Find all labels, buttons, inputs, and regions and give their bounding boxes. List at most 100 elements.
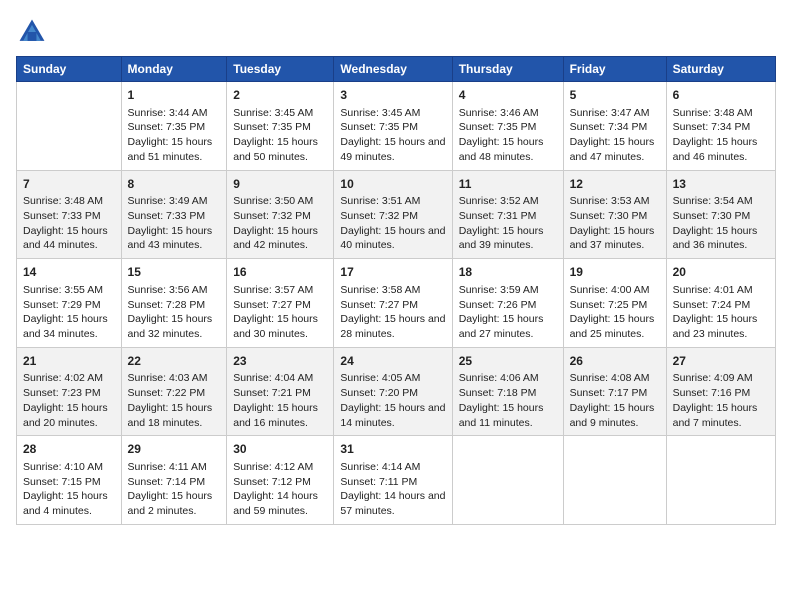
day-info: Sunrise: 4:14 AMSunset: 7:11 PMDaylight:… xyxy=(340,460,445,519)
calendar-cell: 23Sunrise: 4:04 AMSunset: 7:21 PMDayligh… xyxy=(227,347,334,436)
day-info: Sunrise: 4:00 AMSunset: 7:25 PMDaylight:… xyxy=(570,283,660,342)
calendar-cell: 14 Sunrise: 3:55 AMSunset: 7:29 PMDayligh… xyxy=(17,259,122,348)
header-sunday: Sunday xyxy=(17,57,122,82)
header-friday: Friday xyxy=(563,57,666,82)
day-number: 27 xyxy=(673,353,769,370)
day-number: 1 xyxy=(128,87,221,104)
day-info: Sunrise: 3:56 AMSunset: 7:28 PMDaylight:… xyxy=(128,283,221,342)
day-number: 8 xyxy=(128,176,221,193)
calendar-cell: 8Sunrise: 3:49 AMSunset: 7:33 PMDaylight… xyxy=(121,170,227,259)
calendar-cell: 5 Sunrise: 3:47 AMSunset: 7:34 PMDaylight… xyxy=(563,82,666,171)
day-number: 2 xyxy=(233,87,327,104)
calendar-cell: 29 Sunrise: 4:11 AMSunset: 7:14 PMDayligh… xyxy=(121,436,227,525)
day-info: Sunrise: 3:50 AMSunset: 7:32 PMDaylight:… xyxy=(233,194,327,253)
calendar-cell: 26Sunrise: 4:08 AMSunset: 7:17 PMDayligh… xyxy=(563,347,666,436)
header-saturday: Saturday xyxy=(666,57,775,82)
calendar-cell xyxy=(563,436,666,525)
day-number: 21 xyxy=(23,353,115,370)
day-info: Sunrise: 3:55 AMSunset: 7:29 PMDaylight:… xyxy=(23,283,115,342)
calendar-cell: 25Sunrise: 4:06 AMSunset: 7:18 PMDayligh… xyxy=(452,347,563,436)
day-number: 20 xyxy=(673,264,769,281)
calendar-cell: 30 Sunrise: 4:12 AMSunset: 7:12 PMDayligh… xyxy=(227,436,334,525)
calendar-cell: 2 Sunrise: 3:45 AMSunset: 7:35 PMDaylight… xyxy=(227,82,334,171)
day-number: 6 xyxy=(673,87,769,104)
day-info: Sunrise: 3:48 AMSunset: 7:34 PMDaylight:… xyxy=(673,106,769,165)
day-number: 30 xyxy=(233,441,327,458)
calendar-cell: 11Sunrise: 3:52 AMSunset: 7:31 PMDayligh… xyxy=(452,170,563,259)
calendar-cell: 24Sunrise: 4:05 AMSunset: 7:20 PMDayligh… xyxy=(334,347,452,436)
day-number: 14 xyxy=(23,264,115,281)
calendar-cell: 7Sunrise: 3:48 AMSunset: 7:33 PMDaylight… xyxy=(17,170,122,259)
day-number: 4 xyxy=(459,87,557,104)
calendar-cell: 21Sunrise: 4:02 AMSunset: 7:23 PMDayligh… xyxy=(17,347,122,436)
header-tuesday: Tuesday xyxy=(227,57,334,82)
calendar-cell: 10Sunrise: 3:51 AMSunset: 7:32 PMDayligh… xyxy=(334,170,452,259)
header-thursday: Thursday xyxy=(452,57,563,82)
day-info: Sunrise: 3:48 AMSunset: 7:33 PMDaylight:… xyxy=(23,194,115,253)
day-number: 5 xyxy=(570,87,660,104)
day-info: Sunrise: 3:52 AMSunset: 7:31 PMDaylight:… xyxy=(459,194,557,253)
calendar-cell: 12Sunrise: 3:53 AMSunset: 7:30 PMDayligh… xyxy=(563,170,666,259)
calendar-cell: 20 Sunrise: 4:01 AMSunset: 7:24 PMDayligh… xyxy=(666,259,775,348)
calendar-header-row: SundayMondayTuesdayWednesdayThursdayFrid… xyxy=(17,57,776,82)
calendar-cell: 31 Sunrise: 4:14 AMSunset: 7:11 PMDayligh… xyxy=(334,436,452,525)
day-number: 11 xyxy=(459,176,557,193)
day-number: 18 xyxy=(459,264,557,281)
calendar-week-row: 28 Sunrise: 4:10 AMSunset: 7:15 PMDayligh… xyxy=(17,436,776,525)
day-info: Sunrise: 3:46 AMSunset: 7:35 PMDaylight:… xyxy=(459,106,557,165)
logo-icon xyxy=(16,16,48,48)
day-number: 31 xyxy=(340,441,445,458)
day-info: Sunrise: 4:01 AMSunset: 7:24 PMDaylight:… xyxy=(673,283,769,342)
day-number: 28 xyxy=(23,441,115,458)
day-info: Sunrise: 3:53 AMSunset: 7:30 PMDaylight:… xyxy=(570,194,660,253)
day-info: Sunrise: 3:54 AMSunset: 7:30 PMDaylight:… xyxy=(673,194,769,253)
calendar-cell: 4 Sunrise: 3:46 AMSunset: 7:35 PMDaylight… xyxy=(452,82,563,171)
day-number: 12 xyxy=(570,176,660,193)
day-number: 23 xyxy=(233,353,327,370)
calendar-cell xyxy=(666,436,775,525)
calendar-table: SundayMondayTuesdayWednesdayThursdayFrid… xyxy=(16,56,776,525)
day-number: 7 xyxy=(23,176,115,193)
calendar-cell: 17 Sunrise: 3:58 AMSunset: 7:27 PMDayligh… xyxy=(334,259,452,348)
day-info: Sunrise: 3:59 AMSunset: 7:26 PMDaylight:… xyxy=(459,283,557,342)
calendar-cell: 9Sunrise: 3:50 AMSunset: 7:32 PMDaylight… xyxy=(227,170,334,259)
calendar-cell: 3 Sunrise: 3:45 AMSunset: 7:35 PMDaylight… xyxy=(334,82,452,171)
day-info: Sunrise: 3:45 AMSunset: 7:35 PMDaylight:… xyxy=(340,106,445,165)
day-info: Sunrise: 3:49 AMSunset: 7:33 PMDaylight:… xyxy=(128,194,221,253)
calendar-cell: 15Sunrise: 3:56 AMSunset: 7:28 PMDayligh… xyxy=(121,259,227,348)
day-number: 22 xyxy=(128,353,221,370)
calendar-week-row: 14 Sunrise: 3:55 AMSunset: 7:29 PMDayligh… xyxy=(17,259,776,348)
day-info: Sunrise: 4:03 AMSunset: 7:22 PMDaylight:… xyxy=(128,371,221,430)
day-number: 24 xyxy=(340,353,445,370)
calendar-cell: 27Sunrise: 4:09 AMSunset: 7:16 PMDayligh… xyxy=(666,347,775,436)
day-number: 10 xyxy=(340,176,445,193)
day-info: Sunrise: 4:06 AMSunset: 7:18 PMDaylight:… xyxy=(459,371,557,430)
calendar-cell: 1 Sunrise: 3:44 AMSunset: 7:35 PMDaylight… xyxy=(121,82,227,171)
header-monday: Monday xyxy=(121,57,227,82)
day-info: Sunrise: 4:08 AMSunset: 7:17 PMDaylight:… xyxy=(570,371,660,430)
day-info: Sunrise: 3:47 AMSunset: 7:34 PMDaylight:… xyxy=(570,106,660,165)
day-info: Sunrise: 4:02 AMSunset: 7:23 PMDaylight:… xyxy=(23,371,115,430)
calendar-week-row: 1 Sunrise: 3:44 AMSunset: 7:35 PMDaylight… xyxy=(17,82,776,171)
day-info: Sunrise: 4:04 AMSunset: 7:21 PMDaylight:… xyxy=(233,371,327,430)
logo xyxy=(16,16,52,48)
day-number: 3 xyxy=(340,87,445,104)
day-info: Sunrise: 3:58 AMSunset: 7:27 PMDaylight:… xyxy=(340,283,445,342)
day-number: 13 xyxy=(673,176,769,193)
day-info: Sunrise: 4:12 AMSunset: 7:12 PMDaylight:… xyxy=(233,460,327,519)
calendar-week-row: 7Sunrise: 3:48 AMSunset: 7:33 PMDaylight… xyxy=(17,170,776,259)
calendar-cell: 16 Sunrise: 3:57 AMSunset: 7:27 PMDayligh… xyxy=(227,259,334,348)
calendar-cell: 28 Sunrise: 4:10 AMSunset: 7:15 PMDayligh… xyxy=(17,436,122,525)
day-info: Sunrise: 3:44 AMSunset: 7:35 PMDaylight:… xyxy=(128,106,221,165)
calendar-week-row: 21Sunrise: 4:02 AMSunset: 7:23 PMDayligh… xyxy=(17,347,776,436)
day-info: Sunrise: 4:11 AMSunset: 7:14 PMDaylight:… xyxy=(128,460,221,519)
day-number: 16 xyxy=(233,264,327,281)
day-info: Sunrise: 3:57 AMSunset: 7:27 PMDaylight:… xyxy=(233,283,327,342)
calendar-cell: 19Sunrise: 4:00 AMSunset: 7:25 PMDayligh… xyxy=(563,259,666,348)
day-info: Sunrise: 4:09 AMSunset: 7:16 PMDaylight:… xyxy=(673,371,769,430)
day-info: Sunrise: 4:10 AMSunset: 7:15 PMDaylight:… xyxy=(23,460,115,519)
day-info: Sunrise: 3:45 AMSunset: 7:35 PMDaylight:… xyxy=(233,106,327,165)
calendar-cell xyxy=(17,82,122,171)
day-number: 29 xyxy=(128,441,221,458)
day-number: 17 xyxy=(340,264,445,281)
